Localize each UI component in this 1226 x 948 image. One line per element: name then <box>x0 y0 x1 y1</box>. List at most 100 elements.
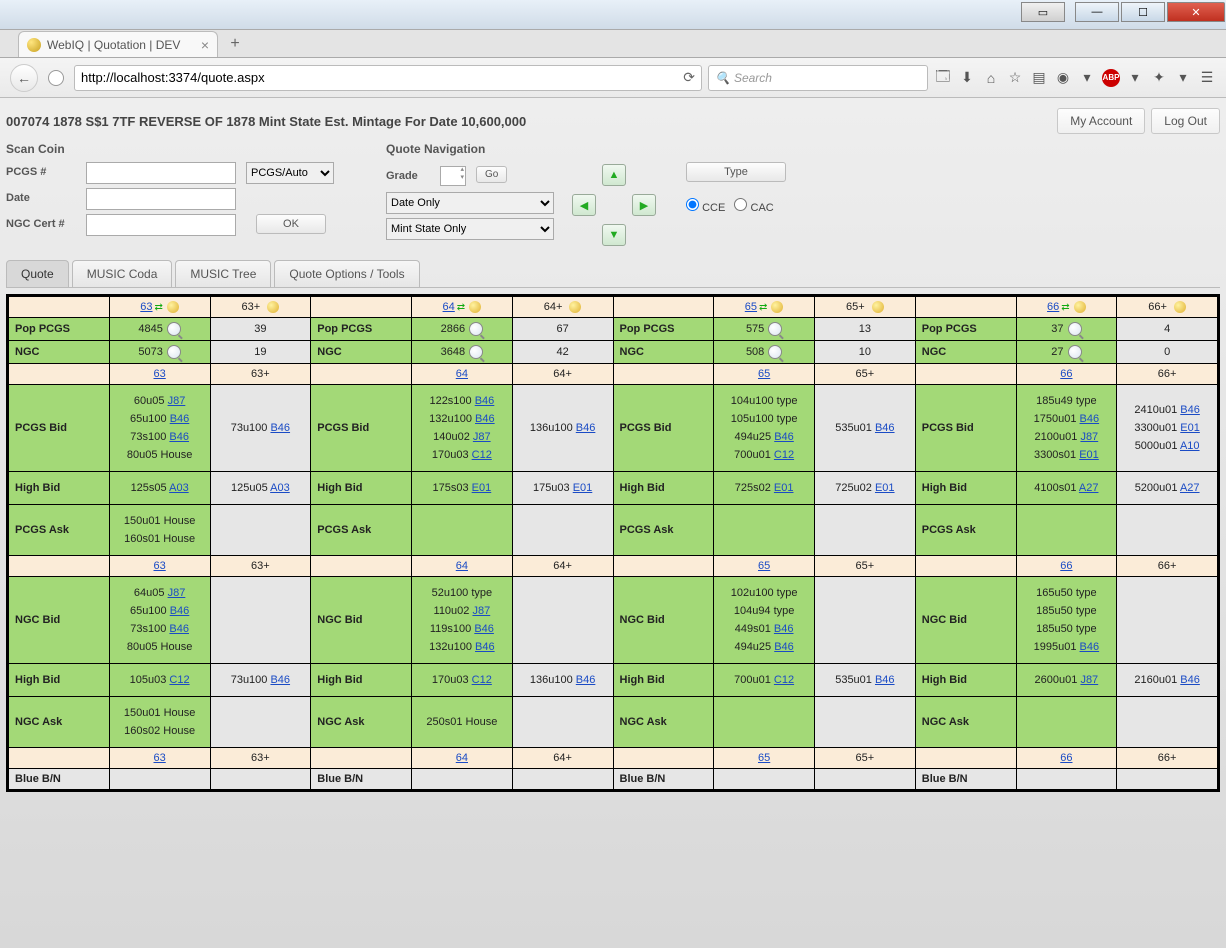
dealer-link[interactable]: B46 <box>875 674 895 686</box>
my-account-button[interactable]: My Account <box>1057 108 1145 134</box>
dealer-link[interactable]: B46 <box>270 422 290 434</box>
dealer-link[interactable]: B46 <box>475 641 495 653</box>
grade-spinner[interactable] <box>440 166 466 186</box>
menu-icon[interactable]: ☰ <box>1198 69 1216 87</box>
dealer-link[interactable]: J87 <box>168 587 186 599</box>
dealer-link[interactable]: E01 <box>1180 422 1200 434</box>
tab-quote-options[interactable]: Quote Options / Tools <box>274 260 419 287</box>
grade-link[interactable]: 66 <box>1060 368 1072 380</box>
date-only-select[interactable]: Date Only <box>386 192 554 214</box>
window-snap-icon[interactable]: ▭ <box>1021 2 1065 22</box>
window-maximize-button[interactable]: ☐ <box>1121 2 1165 22</box>
grade-link[interactable]: 64 <box>443 301 455 313</box>
ok-button[interactable]: OK <box>256 214 326 234</box>
nav-left-button[interactable]: ◀ <box>572 194 596 216</box>
dealer-link[interactable]: C12 <box>774 449 794 461</box>
bookmark-star-icon[interactable]: ☆ <box>1006 69 1024 87</box>
dealer-link[interactable]: B46 <box>1180 404 1200 416</box>
ngc-cert-input[interactable] <box>86 214 236 236</box>
dealer-link[interactable]: J87 <box>168 395 186 407</box>
back-button[interactable]: ← <box>10 64 38 92</box>
dealer-link[interactable]: J87 <box>472 605 490 617</box>
log-out-button[interactable]: Log Out <box>1151 108 1220 134</box>
dealer-link[interactable]: C12 <box>472 674 492 686</box>
grade-link[interactable]: 64 <box>456 368 468 380</box>
swap-icon[interactable]: ⇄ <box>759 302 767 313</box>
library-icon[interactable]: ▤ <box>1030 69 1048 87</box>
grade-link[interactable]: 64 <box>456 752 468 764</box>
dropdown3-icon[interactable]: ▾ <box>1174 69 1192 87</box>
grade-link[interactable]: 65 <box>758 560 770 572</box>
nav-down-button[interactable]: ▼ <box>602 224 626 246</box>
dealer-link[interactable]: B46 <box>774 641 794 653</box>
pcgs-input[interactable] <box>86 162 236 184</box>
dealer-link[interactable]: B46 <box>170 605 190 617</box>
magnify-icon[interactable] <box>1068 345 1082 359</box>
window-close-button[interactable]: ✕ <box>1167 2 1225 22</box>
type-button[interactable]: Type <box>686 162 786 182</box>
dealer-link[interactable]: A27 <box>1079 482 1099 494</box>
grade-link[interactable]: 64 <box>456 560 468 572</box>
grade-link[interactable]: 66 <box>1060 752 1072 764</box>
magnify-icon[interactable] <box>1068 322 1082 336</box>
extension-icon[interactable]: ◉ <box>1054 69 1072 87</box>
dealer-link[interactable]: B46 <box>270 674 290 686</box>
reload-icon[interactable]: ⟳ <box>683 69 695 86</box>
dealer-link[interactable]: B46 <box>774 431 794 443</box>
dealer-link[interactable]: B46 <box>170 413 190 425</box>
tab-music-tree[interactable]: MUSIC Tree <box>175 260 271 287</box>
dealer-link[interactable]: B46 <box>1180 674 1200 686</box>
magnify-icon[interactable] <box>768 322 782 336</box>
puzzle-icon[interactable]: ✦ <box>1150 69 1168 87</box>
search-box[interactable]: 🔍 Search <box>708 65 928 91</box>
swap-icon[interactable]: ⇄ <box>1061 302 1069 313</box>
dealer-link[interactable]: B46 <box>169 431 189 443</box>
dealer-link[interactable]: B46 <box>1080 641 1100 653</box>
magnify-icon[interactable] <box>469 345 483 359</box>
grade-link[interactable]: 63 <box>140 301 152 313</box>
grade-link[interactable]: 63 <box>154 752 166 764</box>
tab-close-icon[interactable]: × <box>201 37 209 53</box>
url-input[interactable] <box>81 70 679 85</box>
tab-music-coda[interactable]: MUSIC Coda <box>72 260 173 287</box>
browser-tab[interactable]: WebIQ | Quotation | DEV × <box>18 31 218 57</box>
dealer-link[interactable]: B46 <box>474 623 494 635</box>
swap-icon[interactable]: ⇄ <box>457 302 465 313</box>
magnify-icon[interactable] <box>768 345 782 359</box>
toolbar-save-icon[interactable]: 🗔 <box>934 69 952 87</box>
dealer-link[interactable]: E01 <box>472 482 492 494</box>
grade-link[interactable]: 65 <box>758 368 770 380</box>
cce-radio[interactable]: CCE <box>686 202 725 214</box>
url-bar[interactable]: ⟳ <box>74 65 702 91</box>
magnify-icon[interactable] <box>167 322 181 336</box>
grade-link[interactable]: 66 <box>1047 301 1059 313</box>
dealer-link[interactable]: A03 <box>270 482 290 494</box>
dealer-link[interactable]: A03 <box>169 482 189 494</box>
dealer-link[interactable]: J87 <box>1080 674 1098 686</box>
nav-right-button[interactable]: ▶ <box>632 194 656 216</box>
abp-icon[interactable]: ABP <box>1102 69 1120 87</box>
downloads-icon[interactable]: ⬇ <box>958 69 976 87</box>
grade-link[interactable]: 66 <box>1060 560 1072 572</box>
dropdown2-icon[interactable]: ▾ <box>1126 69 1144 87</box>
nav-up-button[interactable]: ▲ <box>602 164 626 186</box>
magnify-icon[interactable] <box>167 345 181 359</box>
dealer-link[interactable]: B46 <box>774 623 794 635</box>
home-icon[interactable]: ⌂ <box>982 69 1000 87</box>
tab-quote[interactable]: Quote <box>6 260 69 287</box>
dealer-link[interactable]: E01 <box>875 482 895 494</box>
grade-link[interactable]: 65 <box>745 301 757 313</box>
grade-link[interactable]: 63 <box>154 560 166 572</box>
dealer-link[interactable]: B46 <box>1080 413 1100 425</box>
dealer-link[interactable]: C12 <box>169 674 189 686</box>
grade-link[interactable]: 65 <box>758 752 770 764</box>
dealer-link[interactable]: B46 <box>576 674 596 686</box>
dealer-link[interactable]: C12 <box>774 674 794 686</box>
dealer-link[interactable]: B46 <box>875 422 895 434</box>
date-input[interactable] <box>86 188 236 210</box>
dealer-link[interactable]: A27 <box>1180 482 1200 494</box>
dealer-link[interactable]: A10 <box>1180 440 1200 452</box>
new-tab-button[interactable]: + <box>224 34 246 54</box>
dealer-link[interactable]: E01 <box>1079 449 1099 461</box>
dealer-link[interactable]: E01 <box>573 482 593 494</box>
